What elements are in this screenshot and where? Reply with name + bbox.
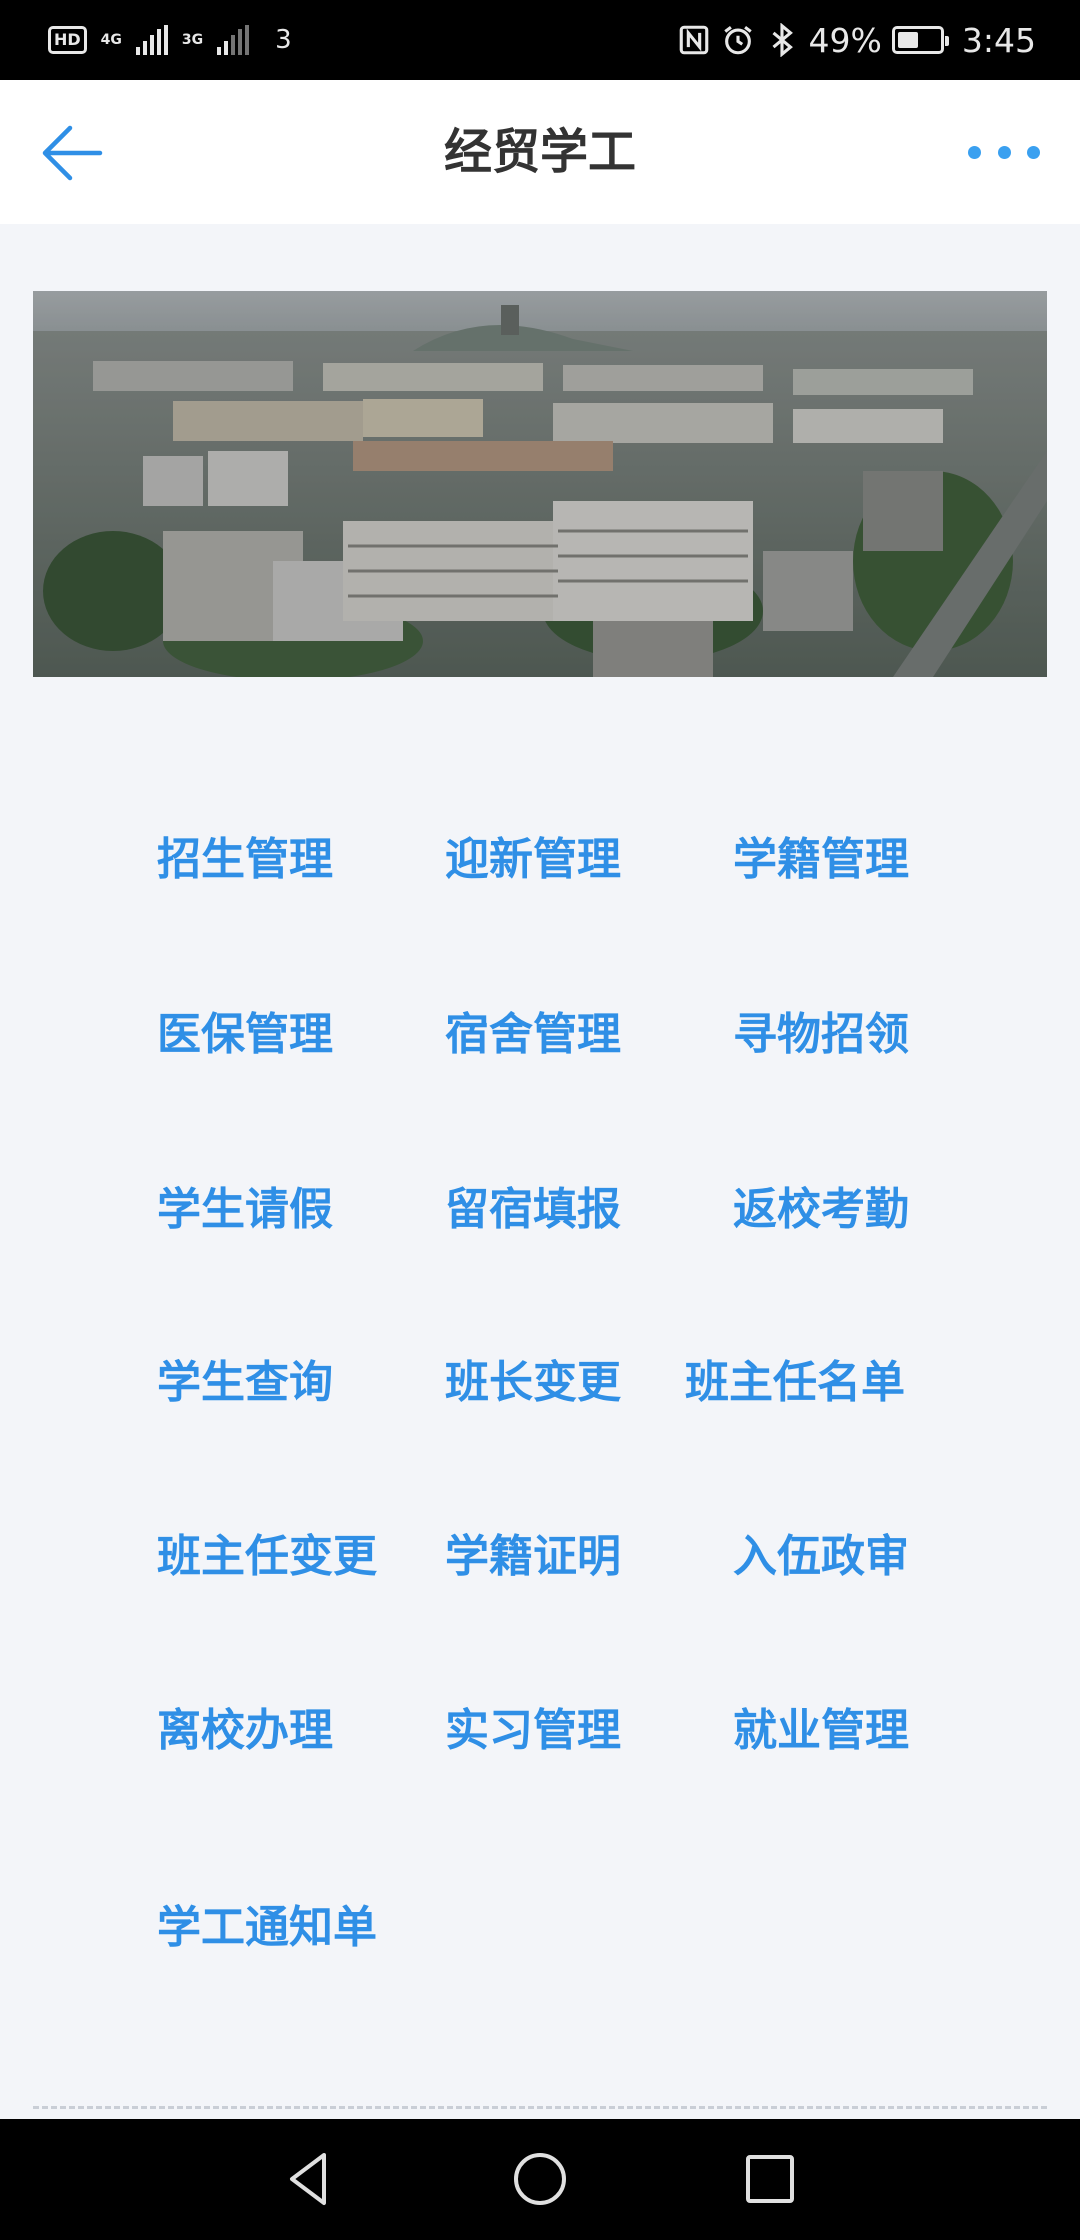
clock: 3:45	[961, 20, 1036, 60]
menu-item[interactable]: 班长变更	[445, 1353, 621, 1413]
battery-percent: 49%	[808, 20, 882, 60]
battery-icon	[891, 26, 949, 54]
menu-item[interactable]: 离校办理	[157, 1701, 333, 1761]
signal-icon	[135, 25, 168, 55]
menu-item[interactable]: 医保管理	[157, 1005, 333, 1065]
status-bar: HD 4G 3G 3 49% 3:45	[0, 0, 1080, 80]
nfc-icon	[679, 25, 708, 55]
page-title: 经贸学工	[443, 124, 636, 180]
campus-aerial-photo	[33, 291, 1047, 677]
menu-item[interactable]: 招生管理	[157, 830, 333, 890]
menu-item[interactable]: 入伍政审	[733, 1527, 909, 1587]
menu-item[interactable]: 班主任名单	[685, 1353, 905, 1413]
recents-square-icon[interactable]	[740, 2149, 800, 2209]
sim-indicator: 3	[275, 25, 292, 55]
menu-item[interactable]: 寻物招领	[733, 1005, 909, 1065]
hd-icon: HD	[48, 26, 87, 54]
signal-icon-2	[217, 25, 250, 55]
network-type-4g: 4G	[100, 32, 122, 48]
menu-item[interactable]: 学籍管理	[733, 830, 909, 890]
network-type-3g: 3G	[181, 32, 204, 48]
menu-item[interactable]: 迎新管理	[445, 830, 621, 890]
menu-item[interactable]: 学生请假	[157, 1180, 333, 1240]
more-horizontal-icon[interactable]	[968, 132, 1040, 172]
menu-item[interactable]: 实习管理	[445, 1701, 621, 1761]
banner-image	[33, 291, 1047, 677]
alarm-icon	[723, 26, 752, 55]
system-nav-bar	[0, 2119, 1080, 2240]
menu-item[interactable]: 学籍证明	[445, 1527, 621, 1587]
menu-item[interactable]: 班主任变更	[157, 1527, 377, 1587]
menu-item[interactable]: 返校考勤	[733, 1180, 909, 1240]
divider	[33, 2106, 1047, 2109]
menu-item[interactable]: 学工通知单	[157, 1898, 377, 1958]
back-triangle-icon[interactable]	[280, 2149, 340, 2209]
menu-item[interactable]: 宿舍管理	[445, 1005, 621, 1065]
menu-item[interactable]: 就业管理	[733, 1701, 909, 1761]
app-header: 经贸学工	[0, 80, 1080, 224]
home-circle-icon[interactable]	[510, 2149, 570, 2209]
menu-item[interactable]: 学生查询	[157, 1353, 333, 1413]
bluetooth-icon	[772, 23, 793, 57]
menu-item[interactable]: 留宿填报	[445, 1180, 621, 1240]
